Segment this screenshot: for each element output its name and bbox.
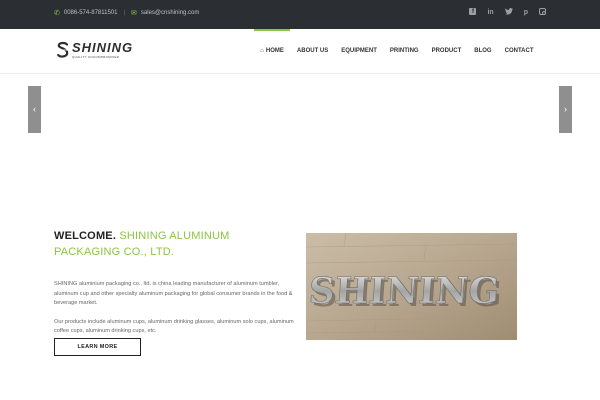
logo-brand: SHINING [72, 40, 134, 55]
nav-item-about-us[interactable]: ABOUT US [290, 29, 334, 74]
home-icon: ⌂ [260, 48, 264, 54]
nav-item-label: PRODUCT [431, 48, 462, 54]
nav-item-equipment[interactable]: EQUIPMENT [335, 29, 384, 74]
logo-tagline: QUALITY UNCOMPROMISED [72, 55, 120, 59]
email-link[interactable]: sales@cnshining.com [141, 10, 199, 16]
nav-item-contact[interactable]: CONTACT [498, 29, 540, 74]
main-nav: ⌂ HOME ABOUT US EQUIPMENT PRINTING PRODUC… [253, 29, 540, 74]
pinterest-icon[interactable]: p [524, 8, 528, 18]
nav-item-label: ABOUT US [296, 48, 329, 54]
sign-letters: SHINING [307, 270, 500, 312]
company-sign-photo: SHINING SHINING [306, 233, 517, 340]
nav-item-blog[interactable]: BLOG [468, 29, 498, 74]
slider-next-button[interactable]: › [559, 86, 572, 133]
welcome-title: WELCOME. SHINING ALUMINUM PACKAGING CO.,… [54, 228, 294, 260]
nav-item-product[interactable]: PRODUCT [425, 29, 468, 74]
site-logo[interactable]: SHINING QUALITY UNCOMPROMISED [56, 41, 133, 59]
facebook-icon[interactable]: f [469, 8, 477, 15]
welcome-paragraph-2: Our products include aluminum cups, alum… [54, 318, 294, 335]
nav-item-label: HOME [265, 48, 284, 54]
instagram-icon[interactable] [539, 8, 546, 15]
nav-item-home[interactable]: ⌂ HOME [253, 29, 291, 74]
nav-item-label: CONTACT [504, 48, 534, 54]
twitter-icon[interactable] [504, 8, 513, 18]
learn-more-button[interactable]: LEARN MORE [54, 338, 141, 356]
top-bar: ✆ 0086-574-87811501 | ✉ sales@cnshining.… [0, 0, 600, 29]
hero-slider: ‹ › [0, 74, 600, 200]
contact-separator: | [123, 10, 126, 16]
welcome-paragraph-1: SHINING aluminium packaging co., ltd. is… [54, 281, 293, 306]
welcome-section: WELCOME. SHINING ALUMINUM PACKAGING CO.,… [54, 228, 294, 337]
welcome-title-strong: WELCOME. [54, 230, 117, 242]
envelope-icon: ✉ [131, 10, 137, 17]
slider-prev-button[interactable]: ‹ [28, 86, 41, 133]
social-links: f in p [469, 8, 546, 18]
nav-item-printing[interactable]: PRINTING [383, 29, 425, 74]
linkedin-icon[interactable]: in [487, 8, 493, 18]
nav-item-label: PRINTING [389, 48, 419, 54]
phone-icon: ✆ [54, 10, 60, 17]
nav-item-label: BLOG [474, 48, 492, 54]
logo-mark [56, 41, 70, 59]
nav-item-label: EQUIPMENT [341, 48, 377, 54]
site-header: SHINING QUALITY UNCOMPROMISED ⌂ HOME ABOU… [0, 29, 600, 74]
contact-info: ✆ 0086-574-87811501 | ✉ sales@cnshining.… [54, 9, 199, 17]
phone-number: 0086-574-87811501 [63, 10, 118, 16]
